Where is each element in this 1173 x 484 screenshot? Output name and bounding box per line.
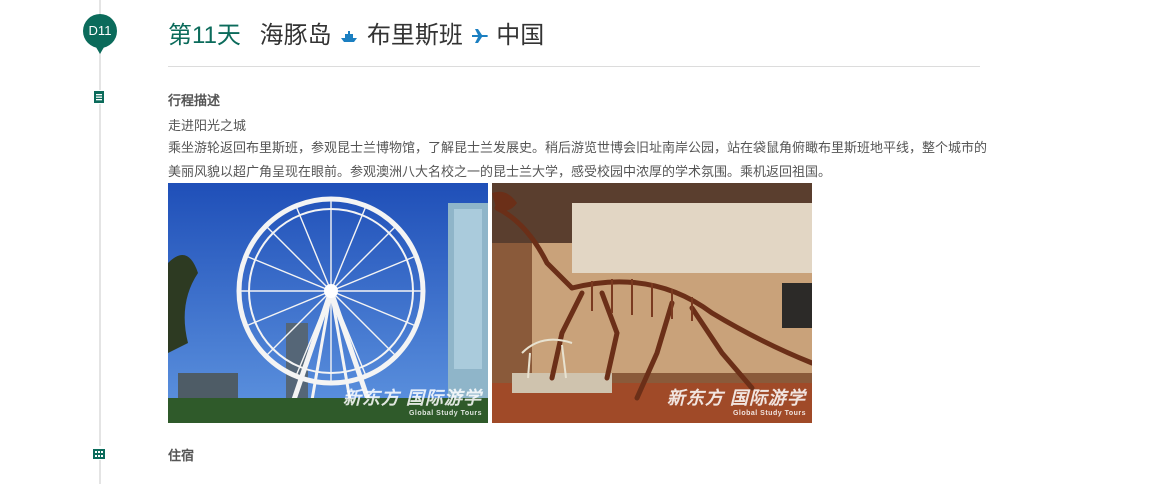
section-label-accommodation: 住宿 <box>168 448 195 463</box>
divider <box>168 66 980 67</box>
photo-ferris-wheel: 新东方 国际游学 Global Study Tours <box>168 183 488 423</box>
day-badge: D11 <box>83 14 117 54</box>
section-label-itinerary: 行程描述 <box>168 93 221 108</box>
photo-watermark: 新东方 国际游学 Global Study Tours <box>666 388 806 417</box>
route-origin: 海豚岛 <box>259 22 332 49</box>
route-destination: 中国 <box>496 22 545 49</box>
photo-dinosaur-skeleton: 新东方 国际游学 Global Study Tours <box>492 183 812 423</box>
plane-icon <box>471 21 489 53</box>
itinerary-description: 乘坐游轮返回布里斯班，参观昆士兰博物馆，了解昆士兰发展史。稍后游览世博会旧址南岸… <box>168 140 988 179</box>
building-icon <box>92 446 106 460</box>
day-heading: 第11天 海豚岛 布里斯班 中国 <box>168 20 544 53</box>
photo-watermark: 新东方 国际游学 Global Study Tours <box>342 388 482 417</box>
day-number: 第11天 <box>168 22 241 49</box>
route-stop: 布里斯班 <box>366 22 463 49</box>
itinerary-subtitle: 走进阳光之城 <box>168 118 247 133</box>
ship-icon <box>339 21 359 53</box>
timeline-line <box>99 0 101 484</box>
document-icon <box>92 90 106 104</box>
